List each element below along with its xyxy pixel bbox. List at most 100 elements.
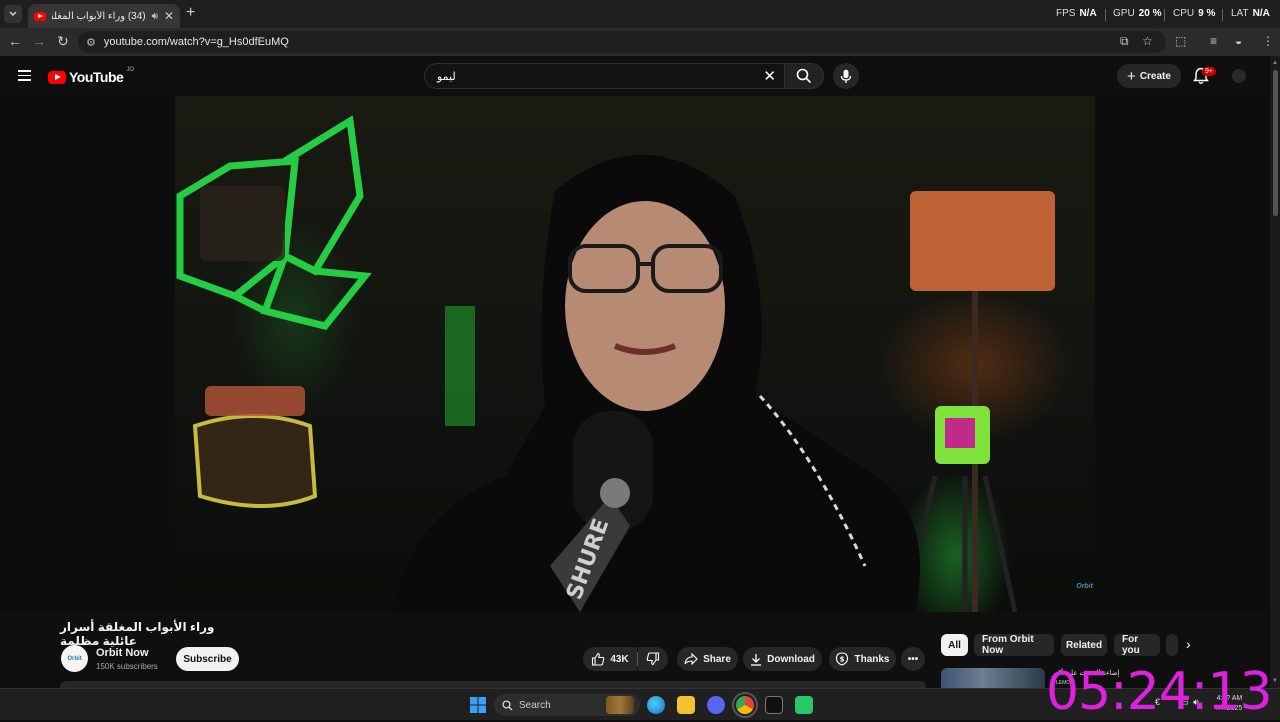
lat-label: LAT	[1231, 8, 1249, 19]
share-label: Share	[703, 653, 731, 665]
country-code: JO	[126, 67, 134, 73]
fps-readout: FPS N/A	[1056, 8, 1097, 19]
terminal-icon[interactable]	[765, 696, 783, 714]
scroll-up-arrow-icon[interactable]: ▲	[1272, 60, 1278, 66]
video-title: وراء الأبواب المغلقة أسرار عائلية مظلمة	[60, 620, 215, 648]
create-button[interactable]: + Create	[1117, 64, 1181, 88]
browser-tab-bar: (34) وراء الأبواب المغلقة أسرار 🔊︎ ✕ + F…	[0, 0, 1280, 28]
cpu-readout: CPU 9 %	[1173, 8, 1215, 19]
channel-watermark: Orbit	[1076, 583, 1093, 590]
more-actions-button[interactable]: •••	[901, 647, 925, 671]
channel-name[interactable]: Orbit Now	[96, 647, 149, 659]
browser-tab[interactable]: (34) وراء الأبواب المغلقة أسرار 🔊︎ ✕	[28, 4, 180, 28]
overlay-timer: 05:24:13	[1046, 662, 1273, 722]
shelf-light	[192, 414, 318, 508]
share-button[interactable]: Share	[677, 647, 738, 671]
scrollbar-thumb[interactable]	[1273, 70, 1278, 216]
address-bar[interactable]: ⚙︎ youtube.com/watch?v=g_Hs0dfEuMQ	[78, 31, 1166, 53]
search-icon	[502, 699, 513, 710]
microphone-icon	[840, 69, 852, 83]
chip-all[interactable]: All	[941, 634, 968, 656]
voice-search-button[interactable]	[833, 63, 859, 89]
chip-for-you[interactable]: For you	[1114, 634, 1160, 656]
like-button[interactable]: 43K	[583, 647, 637, 671]
edge-browser-icon[interactable]	[647, 696, 665, 714]
latency-readout: LAT N/A	[1231, 8, 1270, 19]
chevron-right-icon[interactable]: ›	[1186, 636, 1191, 652]
new-tab-button[interactable]: +	[186, 4, 195, 22]
chevron-down-icon	[9, 11, 17, 16]
create-label: Create	[1139, 70, 1171, 82]
clear-search-icon[interactable]: ✕	[763, 67, 776, 85]
discord-icon[interactable]	[707, 696, 725, 714]
youtube-favicon-icon	[34, 11, 46, 21]
lat-value: N/A	[1252, 8, 1270, 19]
subscriber-count: 150K subscribers	[96, 662, 158, 671]
download-label: Download	[767, 653, 815, 665]
cast-icon[interactable]: ⧉	[1120, 34, 1129, 49]
video-frame-scene: SHURE	[176, 115, 1055, 612]
taskbar-search[interactable]: Search	[494, 694, 640, 716]
share-arrow-icon	[684, 653, 698, 665]
chip-from-channel[interactable]: From Orbit Now	[974, 634, 1054, 656]
fps-label: FPS	[1056, 8, 1076, 19]
cpu-label: CPU	[1173, 8, 1195, 19]
app-icon[interactable]	[795, 696, 813, 714]
search-query[interactable]: ليمو	[437, 70, 772, 83]
recommended-video-thumbnail[interactable]	[941, 668, 1045, 690]
search-highlight-image	[606, 696, 634, 714]
search-input[interactable]: ليمو ✕	[424, 63, 784, 89]
download-button[interactable]: Download	[743, 647, 822, 671]
perf-divider	[1164, 9, 1165, 21]
video-player[interactable]: SHURE Orbit	[0, 96, 1270, 612]
chip-next-partial	[1166, 634, 1178, 656]
chrome-icon[interactable]	[732, 692, 758, 718]
thanks-label: Thanks	[854, 653, 890, 665]
youtube-logo[interactable]: YouTube JO	[48, 67, 134, 85]
bookmark-star-icon[interactable]: ☆	[1142, 34, 1153, 48]
scroll-down-arrow-icon[interactable]: ▼	[1272, 678, 1278, 684]
more-horizontal-icon: •••	[907, 653, 919, 665]
reload-icon[interactable]: ↻	[54, 33, 72, 50]
fps-value: N/A	[1079, 8, 1097, 19]
play-button-plaque	[200, 186, 285, 261]
windows-start-icon[interactable]	[469, 696, 487, 714]
page-scrollbar[interactable]	[1270, 56, 1280, 688]
youtube-header: YouTube JO ليمو ✕ + Create	[0, 56, 1270, 96]
tab-close-icon[interactable]: ✕	[164, 9, 174, 23]
perf-divider	[1222, 9, 1223, 21]
tab-search-button[interactable]	[4, 5, 22, 23]
hamburger-menu-icon[interactable]	[18, 70, 31, 81]
super-thanks-icon: $	[836, 652, 849, 666]
back-arrow-icon[interactable]: ←	[6, 33, 24, 49]
profile-icon[interactable]: ◒	[1235, 34, 1242, 48]
reading-list-icon[interactable]: ≡	[1210, 34, 1217, 48]
thumbs-up-icon	[592, 652, 605, 666]
thanks-button[interactable]: $ Thanks	[829, 647, 896, 671]
notification-count-badge: 9+	[1202, 67, 1216, 76]
perf-divider	[1105, 9, 1106, 21]
url-text[interactable]: youtube.com/watch?v=g_Hs0dfEuMQ	[104, 36, 289, 48]
gpu-label: GPU	[1113, 8, 1135, 19]
browser-toolbar: ← → ↻ ⚙︎ youtube.com/watch?v=g_Hs0dfEuMQ…	[0, 28, 1280, 56]
chip-related[interactable]: Related	[1061, 634, 1107, 656]
shelf-lamp	[205, 386, 305, 416]
site-info-icon[interactable]: ⚙︎	[86, 36, 96, 49]
video-frame[interactable]: SHURE Orbit	[175, 96, 1095, 612]
forward-arrow-icon[interactable]: →	[30, 33, 48, 49]
video-pillarbox-right	[1095, 96, 1270, 612]
cpu-value: 9 %	[1198, 8, 1216, 19]
extensions-icon[interactable]: ⬚	[1175, 34, 1186, 48]
speaker-icon[interactable]: 🔊︎	[152, 11, 158, 22]
file-explorer-icon[interactable]	[677, 696, 695, 714]
search-button[interactable]	[784, 63, 824, 89]
account-avatar[interactable]	[1232, 69, 1246, 83]
subscribe-button[interactable]: Subscribe	[176, 647, 239, 671]
menu-kebab-icon[interactable]: ⋮	[1262, 34, 1274, 48]
channel-avatar[interactable]: Orbit	[61, 645, 88, 672]
dislike-button[interactable]	[638, 647, 668, 671]
like-count: 43K	[610, 653, 629, 665]
gpu-value: 20 %	[1138, 8, 1162, 19]
thumbs-down-icon	[646, 652, 660, 666]
gpu-readout: GPU 20 %	[1113, 8, 1161, 19]
